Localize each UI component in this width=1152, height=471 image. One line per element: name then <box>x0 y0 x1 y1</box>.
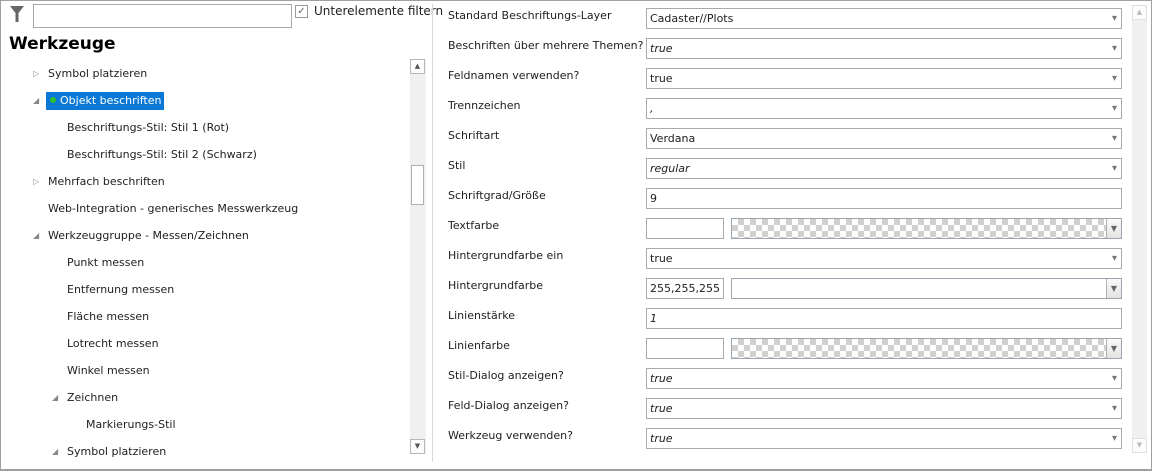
expanded-arrow-icon[interactable]: ◢ <box>52 447 62 456</box>
property-label: Stil <box>448 159 466 172</box>
property-dropdown[interactable]: regular <box>646 158 1122 179</box>
color-picker-dropdown[interactable]: ▼ <box>731 338 1122 359</box>
property-dropdown[interactable]: true <box>646 68 1122 89</box>
tree-item[interactable]: Punkt messen <box>67 254 144 272</box>
tree-item-label: Beschriftungs-Stil: Stil 2 (Schwarz) <box>67 148 257 161</box>
active-status-icon <box>50 97 56 103</box>
property-label: Standard Beschriftungs-Layer <box>448 9 612 22</box>
property-label: Textfarbe <box>448 219 500 232</box>
filter-children-label: Unterelemente filtern <box>314 4 444 18</box>
property-dropdown[interactable]: true <box>646 38 1122 59</box>
tree-item-label: Werkzeuggruppe - Messen/Zeichnen <box>48 229 249 242</box>
color-picker-dropdown[interactable]: ▼ <box>731 218 1122 239</box>
tree-item[interactable]: Fläche messen <box>67 308 149 326</box>
property-label: Beschriften über mehrere Themen? <box>448 39 644 52</box>
tree-item-label: Entfernung messen <box>67 283 175 296</box>
color-value-input[interactable]: 255,255,255 <box>646 278 724 299</box>
filter-children-checkbox[interactable]: ✓ <box>295 5 308 18</box>
tree-item[interactable]: Zeichnen <box>67 389 118 407</box>
property-label: Stil-Dialog anzeigen? <box>448 369 564 382</box>
property-label: Werkzeug verwenden? <box>448 429 573 442</box>
property-scrollbar[interactable]: ▲ ▼ <box>1132 5 1147 453</box>
tree-item[interactable]: Symbol platzieren <box>48 65 147 83</box>
color-value-input[interactable] <box>646 338 724 359</box>
property-input[interactable]: 9 <box>646 188 1122 209</box>
property-dropdown[interactable]: true <box>646 428 1122 449</box>
property-label: Linienfarbe <box>448 339 510 352</box>
prop-scroll-down-button[interactable]: ▼ <box>1132 438 1147 453</box>
property-dropdown[interactable]: Verdana <box>646 128 1122 149</box>
color-picker-dropdown[interactable]: ▼ <box>731 278 1122 299</box>
tree-item[interactable]: Web-Integration - generisches Messwerkze… <box>48 200 298 218</box>
tree-item[interactable]: Beschriftungs-Stil: Stil 2 (Schwarz) <box>67 146 257 164</box>
dropdown-arrow-icon[interactable]: ▼ <box>1106 279 1121 298</box>
search-input[interactable] <box>33 4 292 28</box>
dropdown-arrow-icon[interactable]: ▼ <box>1106 219 1121 238</box>
property-dropdown[interactable]: true <box>646 248 1122 269</box>
tree-item[interactable]: Lotrecht messen <box>67 335 159 353</box>
property-dropdown[interactable]: Cadaster//Plots <box>646 8 1122 29</box>
property-label: Schriftart <box>448 129 500 142</box>
collapsed-arrow-icon[interactable]: ▷ <box>33 177 43 186</box>
tools-title: Werkzeuge <box>9 34 116 54</box>
property-label: Feldnamen verwenden? <box>448 69 580 82</box>
property-label: Schriftgrad/Größe <box>448 189 546 202</box>
property-label: Linienstärke <box>448 309 516 322</box>
tree-item[interactable]: Markierungs-Stil <box>86 416 176 434</box>
dropdown-arrow-icon[interactable]: ▼ <box>1106 339 1121 358</box>
tree-item[interactable]: Entfernung messen <box>67 281 174 299</box>
tree-item-label: Web-Integration - generisches Messwerkze… <box>48 202 299 215</box>
tree-item-label: Fläche messen <box>67 310 150 323</box>
scroll-up-button[interactable]: ▲ <box>410 59 425 74</box>
panel-divider[interactable] <box>432 4 433 462</box>
tree-item-label: Symbol platzieren <box>48 67 148 80</box>
property-input[interactable]: 1 <box>646 308 1122 329</box>
tree-item-label: Lotrecht messen <box>67 337 159 350</box>
tree-item[interactable]: Werkzeuggruppe - Messen/Zeichnen <box>48 227 249 245</box>
property-label: Hintergrundfarbe ein <box>448 249 564 262</box>
expanded-arrow-icon[interactable]: ◢ <box>33 231 43 240</box>
property-dropdown[interactable]: true <box>646 368 1122 389</box>
property-dropdown[interactable]: true <box>646 398 1122 419</box>
tree-item-label: Symbol platzieren <box>67 445 167 458</box>
scroll-down-button[interactable]: ▼ <box>410 439 425 454</box>
tree-item-label: Punkt messen <box>67 256 145 269</box>
tree-item[interactable]: Objekt beschriften <box>46 92 165 110</box>
tree-item-label: Mehrfach beschriften <box>48 175 165 188</box>
tree-scrollbar[interactable]: ▲ ▼ <box>410 59 426 454</box>
property-label: Hintergrundfarbe <box>448 279 544 292</box>
property-label: Feld-Dialog anzeigen? <box>448 399 569 412</box>
color-value-input[interactable] <box>646 218 724 239</box>
tree-item[interactable]: Beschriftungs-Stil: Stil 1 (Rot) <box>67 119 229 137</box>
tree-item-label: Markierungs-Stil <box>86 418 176 431</box>
collapsed-arrow-icon[interactable]: ▷ <box>33 69 43 78</box>
tree-item-label: Beschriftungs-Stil: Stil 1 (Rot) <box>67 121 230 134</box>
tree-item-label: Winkel messen <box>67 364 150 377</box>
tree-item-label: Zeichnen <box>67 391 119 404</box>
tree-item[interactable]: Winkel messen <box>67 362 150 380</box>
scroll-thumb[interactable] <box>411 165 424 205</box>
tree-item-label: Objekt beschriften <box>60 94 162 107</box>
prop-scroll-up-button[interactable]: ▲ <box>1132 5 1147 20</box>
tree-item[interactable]: Symbol platzieren <box>67 443 166 461</box>
tree-item[interactable]: Mehrfach beschriften <box>48 173 165 191</box>
property-dropdown[interactable]: , <box>646 98 1122 119</box>
property-label: Trennzeichen <box>448 99 521 112</box>
filter-icon[interactable] <box>10 6 24 22</box>
expanded-arrow-icon[interactable]: ◢ <box>33 96 43 105</box>
expanded-arrow-icon[interactable]: ◢ <box>52 393 62 402</box>
